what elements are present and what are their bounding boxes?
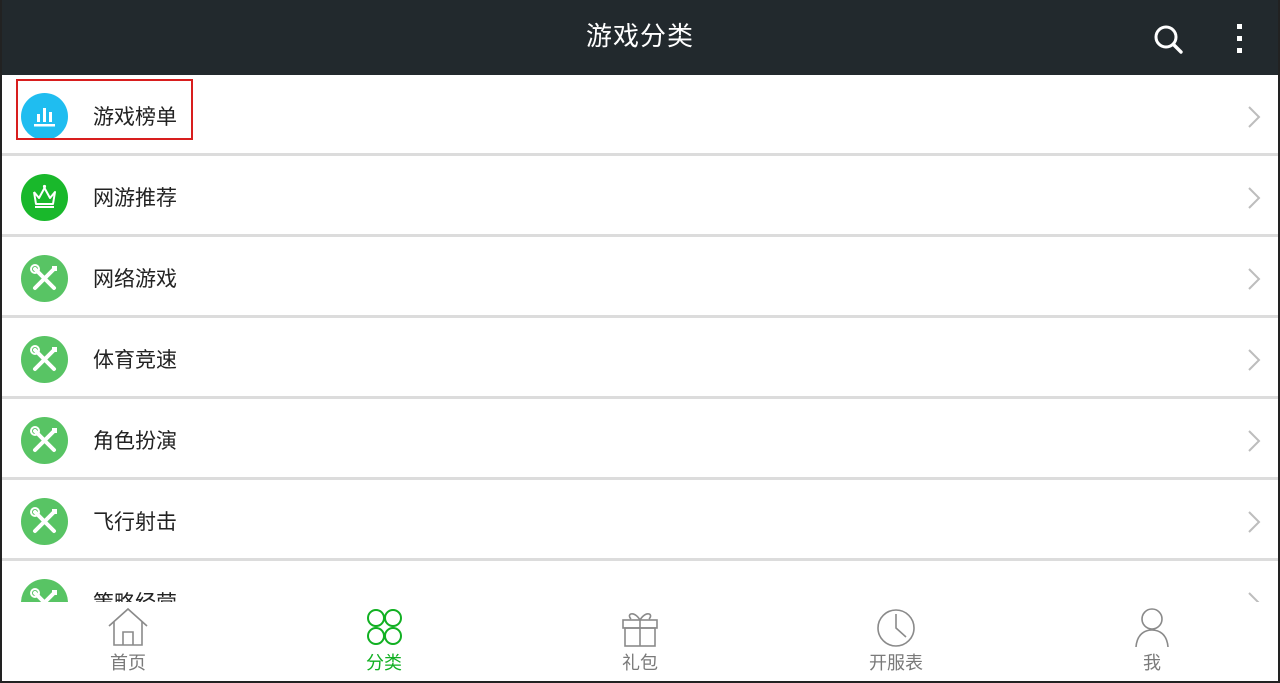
gift-icon (617, 606, 663, 648)
chevron-right-icon (1244, 105, 1264, 129)
search-button[interactable] (1148, 19, 1188, 59)
frame-edge-left (0, 0, 2, 683)
user-icon (1129, 606, 1175, 648)
category-label: 网游推荐 (93, 186, 177, 210)
divider (0, 234, 1280, 237)
category-item-sports-racing[interactable]: 体育竞速 (0, 321, 1280, 399)
bar-chart-icon (21, 93, 68, 140)
page-title: 游戏分类 (585, 22, 694, 52)
divider (0, 396, 1280, 399)
app-frame: 游戏分类 游戏榜单 网游推荐 网络游戏 体育竞速 角色扮演 飞行射击 首页 分类… (0, 0, 1280, 683)
tab-server-schedule[interactable]: 开服表 (768, 602, 1024, 683)
category-label: 策略经营 (93, 564, 177, 602)
more-options-button[interactable] (1222, 19, 1256, 59)
chevron-right-icon (1244, 348, 1264, 372)
tab-home[interactable]: 首页 (0, 602, 256, 683)
category-label: 网络游戏 (93, 267, 177, 291)
category-item-game-ranking[interactable]: 游戏榜单 (0, 78, 1280, 156)
category-label: 游戏榜单 (93, 105, 177, 129)
tab-me[interactable]: 我 (1024, 602, 1280, 683)
chevron-right-icon (1244, 591, 1264, 602)
chevron-right-icon (1244, 267, 1264, 291)
tab-label: 分类 (366, 653, 402, 674)
tab-label: 我 (1143, 653, 1161, 674)
tools-icon (21, 498, 68, 545)
divider (0, 153, 1280, 156)
tab-label: 开服表 (869, 653, 923, 674)
tools-icon (21, 579, 68, 602)
category-item-flight-shooting[interactable]: 飞行射击 (0, 483, 1280, 561)
tools-icon (21, 336, 68, 383)
search-icon (1154, 25, 1183, 54)
category-item-role-playing[interactable]: 角色扮演 (0, 402, 1280, 480)
category-grid-icon (361, 606, 407, 648)
chevron-right-icon (1244, 186, 1264, 210)
tools-icon (21, 255, 68, 302)
tab-gift[interactable]: 礼包 (512, 602, 768, 683)
category-item-strategy[interactable]: 策略经营 (0, 564, 1280, 602)
tab-category[interactable]: 分类 (256, 602, 512, 683)
divider (0, 315, 1280, 318)
tab-label: 首页 (110, 653, 146, 674)
crown-icon (21, 174, 68, 221)
category-label: 飞行射击 (93, 510, 177, 534)
divider (0, 477, 1280, 480)
chevron-right-icon (1244, 429, 1264, 453)
category-item-network-games[interactable]: 网络游戏 (0, 240, 1280, 318)
category-item-online-recommend[interactable]: 网游推荐 (0, 159, 1280, 237)
home-icon (105, 606, 151, 648)
category-label: 角色扮演 (93, 429, 177, 453)
divider (0, 558, 1280, 561)
tools-icon (21, 417, 68, 464)
top-app-bar: 游戏分类 (0, 0, 1280, 75)
chevron-right-icon (1244, 510, 1264, 534)
tab-label: 礼包 (622, 653, 658, 674)
more-vertical-icon (1237, 24, 1242, 53)
category-label: 体育竞速 (93, 348, 177, 372)
clock-icon (873, 606, 919, 648)
bottom-navigation: 首页 分类 礼包 开服表 我 (0, 602, 1280, 683)
category-list: 游戏榜单 网游推荐 网络游戏 体育竞速 角色扮演 飞行射击 (0, 75, 1280, 602)
